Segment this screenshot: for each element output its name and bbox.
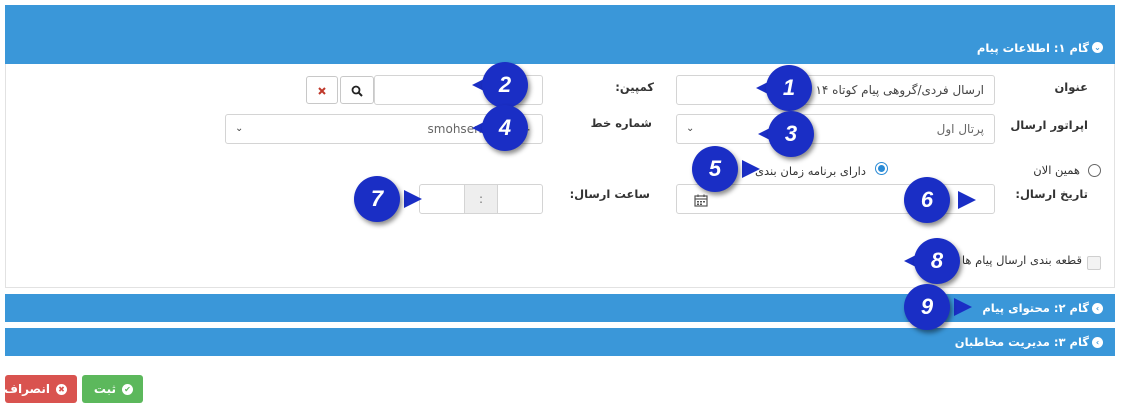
operator-label: اپراتور ارسال: [1010, 118, 1088, 132]
step1-title: گام ۱: اطلاعات پیام: [976, 41, 1089, 55]
chevron-down-icon: ⌄: [686, 123, 695, 134]
hour-input[interactable]: [419, 184, 465, 214]
send-date-label: تاریخ ارسال:: [1015, 187, 1088, 201]
chevron-down-icon: ⌄: [1092, 42, 1103, 53]
marker-7: 7: [354, 176, 422, 222]
step2-title: گام ۲: محتوای پیام: [982, 301, 1089, 315]
operator-value: پرتال اول: [936, 122, 984, 136]
send-time-label: ساعت ارسال:: [569, 187, 650, 201]
marker-4: 4: [472, 105, 528, 151]
marker-1: 1: [756, 65, 812, 111]
submit-label: ثبت: [93, 382, 116, 396]
campaign-label: کمپین:: [615, 80, 654, 94]
submit-button[interactable]: ✔ ثبت: [82, 375, 143, 403]
chevron-right-icon: ›: [1092, 337, 1103, 348]
line-label: شماره خط: [590, 116, 652, 130]
cancel-label: انصراف: [4, 382, 50, 396]
step3-header[interactable]: › گام ۳: مدیریت مخاطبان: [5, 328, 1115, 356]
marker-2: 2: [472, 62, 528, 108]
marker-6: 6: [904, 177, 976, 223]
search-button[interactable]: [340, 76, 374, 104]
minute-input[interactable]: [497, 184, 543, 214]
segment-label: قطعه بندی ارسال پیام ها: [961, 253, 1082, 267]
search-icon: [351, 85, 363, 97]
send-now-radio[interactable]: [1088, 164, 1101, 177]
step1-header[interactable]: ⌄ گام ۱: اطلاعات پیام: [5, 5, 1115, 64]
close-icon: ✖: [56, 384, 67, 395]
marker-9: 9: [904, 284, 972, 330]
title-label: عنوان: [1054, 80, 1088, 94]
close-icon: [318, 86, 326, 95]
marker-5: 5: [692, 146, 760, 192]
cancel-button[interactable]: ✖ انصراف: [4, 375, 77, 403]
time-separator: :: [464, 184, 498, 214]
clear-button[interactable]: [306, 76, 338, 104]
send-now-label: همین الان: [1033, 163, 1080, 177]
scheduled-radio[interactable]: [875, 162, 888, 175]
scheduled-label: دارای برنامه زمان بندی: [755, 164, 866, 178]
chevron-right-icon: ›: [1092, 303, 1103, 314]
calendar-icon[interactable]: [694, 194, 708, 207]
operator-select[interactable]: پرتال اول ⌄: [676, 114, 995, 144]
title-input[interactable]: ارسال فردی/گروهی پیام کوتاه ۱۴: [676, 75, 995, 105]
chevron-down-icon: ⌄: [235, 123, 244, 134]
marker-8: 8: [904, 238, 960, 284]
segment-checkbox[interactable]: [1087, 256, 1101, 270]
marker-3: 3: [758, 111, 814, 157]
check-icon: ✔: [122, 384, 133, 395]
step3-title: گام ۳: مدیریت مخاطبان: [954, 335, 1089, 349]
